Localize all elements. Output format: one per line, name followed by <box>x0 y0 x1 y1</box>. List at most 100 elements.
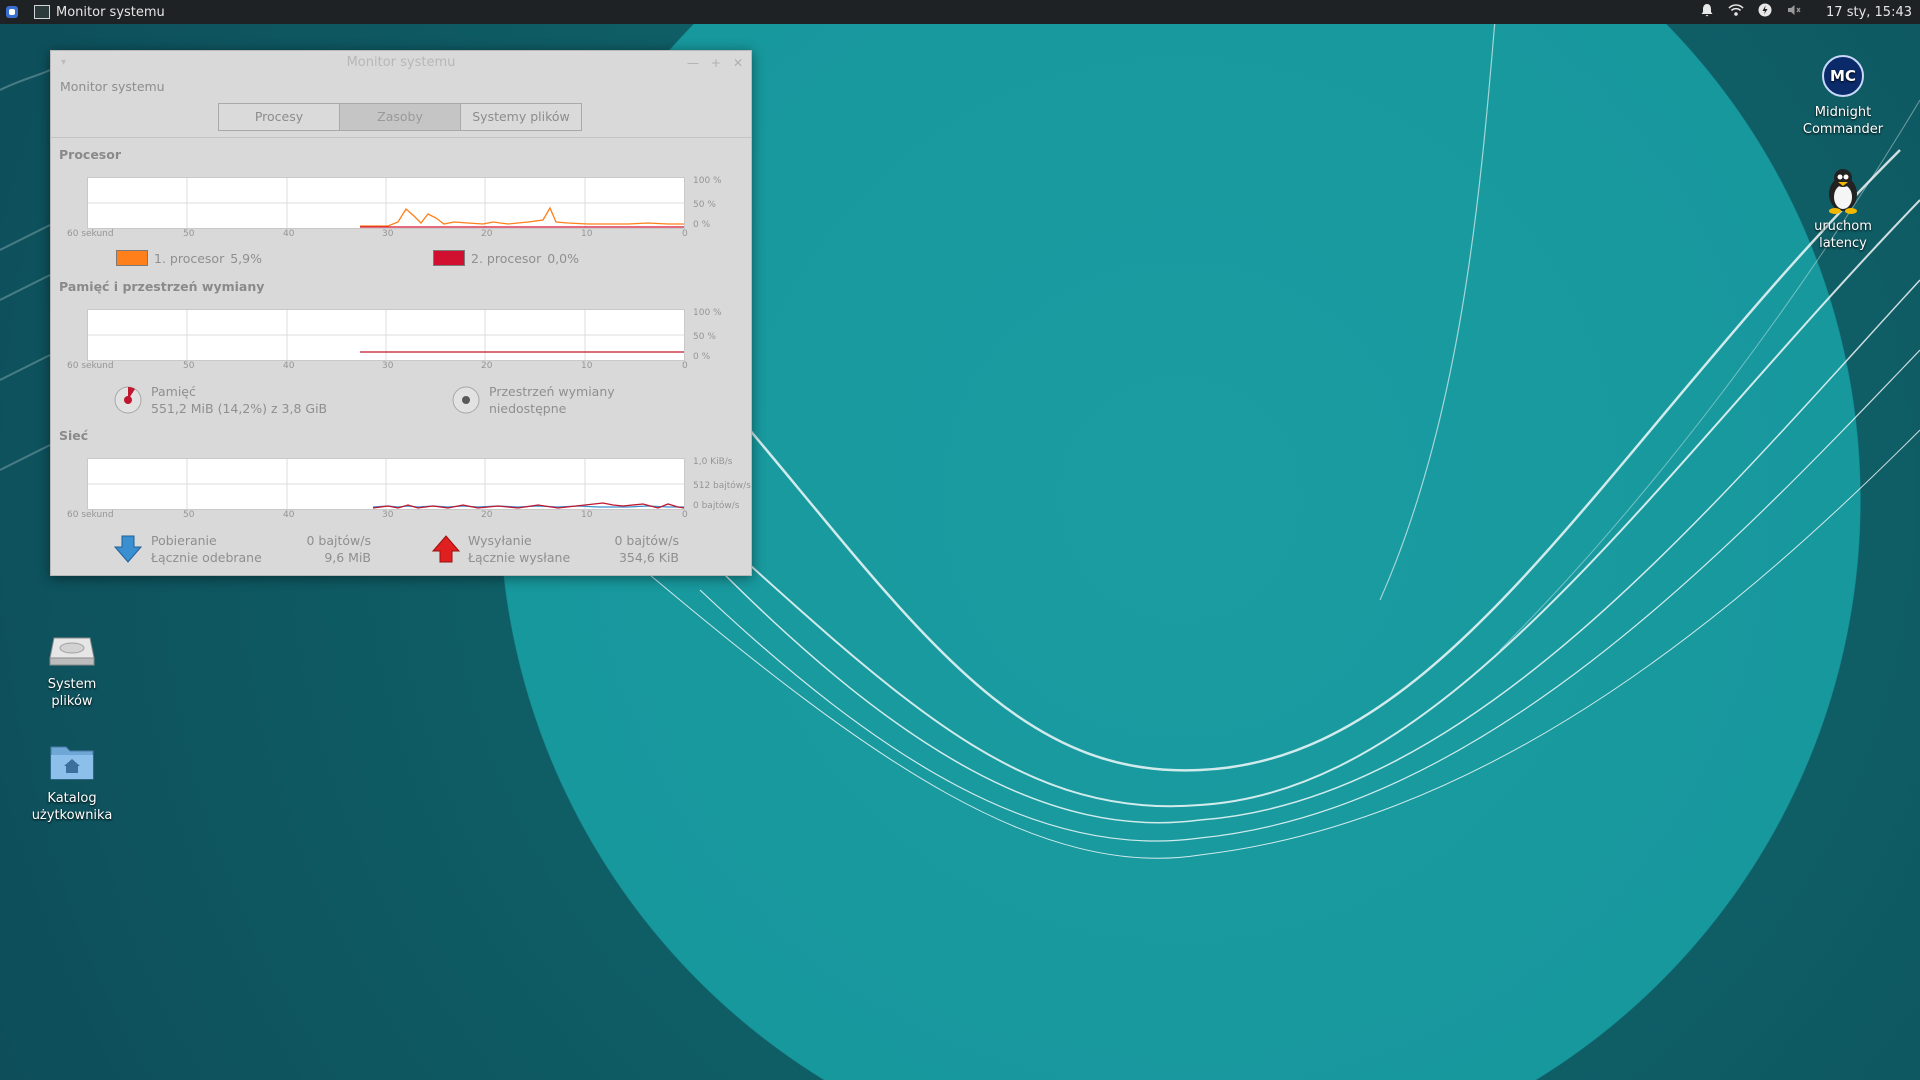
x-tick: 50 <box>183 229 195 239</box>
cpu-graph-plot <box>88 178 684 228</box>
desktop-icon-label: Midnight Commander <box>1802 105 1884 137</box>
x-tick: 0 <box>682 361 688 371</box>
system-monitor-icon <box>34 5 50 19</box>
memory-value: 551,2 MiB (14,2%) z 3,8 GiB <box>151 401 328 416</box>
cpu1-color-swatch[interactable] <box>116 250 148 266</box>
tx-series-line <box>372 502 684 509</box>
x-tick: 60 sekund <box>67 361 114 371</box>
x-tick: 40 <box>283 361 295 371</box>
tx-total-label: Łącznie wysłane <box>468 550 571 565</box>
x-tick: 30 <box>382 229 394 239</box>
system-monitor-window: ▾ Monitor systemu — + ✕ Monitor systemu … <box>50 50 752 576</box>
x-tick: 20 <box>481 229 493 239</box>
network-heading: Sieć <box>59 428 89 443</box>
tx-total-value: 354,6 KiB <box>618 550 679 565</box>
x-tick: 60 sekund <box>67 510 114 520</box>
cpu1-legend: 1. procesor 5,9% <box>116 250 262 266</box>
upload-info: Wysyłanie Łącznie wysłane <box>468 532 570 566</box>
system-tray: 17 sty, 15:43 <box>1700 0 1920 24</box>
top-panel: Monitor systemu 17 sty, 15:43 <box>0 0 1920 24</box>
home-folder-icon <box>48 738 96 786</box>
desktop-icon-label: System plików <box>47 677 97 709</box>
memory-heading: Pamięć i przestrzeń wymiany <box>59 279 265 294</box>
x-tick: 50 <box>183 510 195 520</box>
tux-icon <box>1819 166 1867 214</box>
power-icon[interactable] <box>1758 3 1772 21</box>
desktop-icon-latency[interactable]: uruchom latency <box>1797 166 1889 252</box>
cpu2-color-swatch[interactable] <box>433 250 465 266</box>
y-tick: 512 bajtów/s <box>693 481 751 491</box>
swap-pie-icon[interactable] <box>451 385 481 418</box>
y-tick: 50 % <box>693 200 716 210</box>
cpu1-label: 1. procesor <box>154 250 225 266</box>
tx-value: 0 bajtów/s <box>614 533 680 548</box>
upload-arrow-icon[interactable] <box>431 534 461 567</box>
memory-x-ticks: 60 sekund 50 40 30 20 10 0 <box>65 361 705 373</box>
maximize-icon[interactable]: + <box>711 51 721 75</box>
rx-value: 0 bajtów/s <box>306 533 372 548</box>
x-tick: 10 <box>581 361 593 371</box>
window-titlebar[interactable]: ▾ Monitor systemu — + ✕ <box>51 51 751 75</box>
cpu-graph <box>87 177 685 229</box>
clock[interactable]: 17 sty, 15:43 <box>1826 5 1912 20</box>
network-graph-plot <box>88 459 684 509</box>
drive-icon <box>48 624 96 672</box>
tab-separator <box>51 137 751 138</box>
download-info: Pobieranie Łącznie odebrane <box>151 532 262 566</box>
cpu2-legend: 2. procesor 0,0% <box>433 250 579 266</box>
close-icon[interactable]: ✕ <box>733 51 743 75</box>
download-arrow-icon[interactable] <box>113 534 143 567</box>
cpu-x-ticks: 60 sekund 50 40 30 20 10 0 <box>65 229 705 241</box>
network-graph <box>87 458 685 510</box>
notification-bell-icon[interactable] <box>1700 3 1714 21</box>
midnight-commander-icon: MC <box>1819 52 1867 100</box>
taskbar-button-label: Monitor systemu <box>56 4 165 20</box>
tab-procesy[interactable]: Procesy <box>218 103 340 131</box>
desktop-icon-midnight-commander[interactable]: MC Midnight Commander <box>1797 52 1889 138</box>
y-tick: 100 % <box>693 176 722 186</box>
x-tick: 60 sekund <box>67 229 114 239</box>
cpu-heading: Procesor <box>59 147 121 162</box>
window-menu-icon[interactable]: ▾ <box>61 51 66 75</box>
x-tick: 30 <box>382 510 394 520</box>
minimize-icon[interactable]: — <box>687 51 699 75</box>
tab-systemy-plikow[interactable]: Systemy plików <box>460 103 582 131</box>
x-tick: 50 <box>183 361 195 371</box>
y-tick: 50 % <box>693 332 716 342</box>
desktop-icon-label: uruchom latency <box>1814 219 1872 251</box>
y-tick: 1,0 KiB/s <box>693 457 733 467</box>
rx-label: Pobieranie <box>151 533 217 548</box>
upload-values: 0 bajtów/s 354,6 KiB <box>569 532 680 566</box>
memory-graph <box>87 309 685 361</box>
memory-pie-icon[interactable] <box>113 385 143 418</box>
x-tick: 40 <box>283 510 295 520</box>
cpu1-value: 5,9% <box>230 250 262 266</box>
swap-value: niedostępne <box>489 401 567 416</box>
tx-label: Wysyłanie <box>468 533 532 548</box>
x-tick: 40 <box>283 229 295 239</box>
x-tick: 0 <box>682 229 688 239</box>
rx-total-label: Łącznie odebrane <box>151 550 262 565</box>
swap-label: Przestrzeń wymiany <box>489 384 615 399</box>
app-title: Monitor systemu <box>60 79 165 94</box>
cpu2-label: 2. procesor <box>471 250 542 266</box>
desktop-icon-home[interactable]: Katalog użytkownika <box>26 738 118 824</box>
desktop-icon-filesystem[interactable]: System plików <box>26 624 118 710</box>
x-tick: 10 <box>581 510 593 520</box>
applications-menu-button[interactable] <box>0 0 24 24</box>
x-tick: 20 <box>481 510 493 520</box>
tab-bar: Procesy Zasoby Systemy plików <box>218 103 582 131</box>
wifi-icon[interactable] <box>1728 3 1744 21</box>
tab-zasoby[interactable]: Zasoby <box>339 103 461 131</box>
window-title: Monitor systemu <box>346 55 456 70</box>
taskbar-button-monitor[interactable]: Monitor systemu <box>34 5 165 20</box>
x-tick: 0 <box>682 510 688 520</box>
x-tick: 20 <box>481 361 493 371</box>
memory-graph-plot <box>88 310 684 360</box>
rx-total-value: 9,6 MiB <box>324 550 371 565</box>
memory-label: Pamięć <box>151 384 196 399</box>
x-tick: 10 <box>581 229 593 239</box>
volume-muted-icon[interactable] <box>1786 3 1802 21</box>
download-values: 0 bajtów/s 9,6 MiB <box>261 532 372 566</box>
x-tick: 30 <box>382 361 394 371</box>
